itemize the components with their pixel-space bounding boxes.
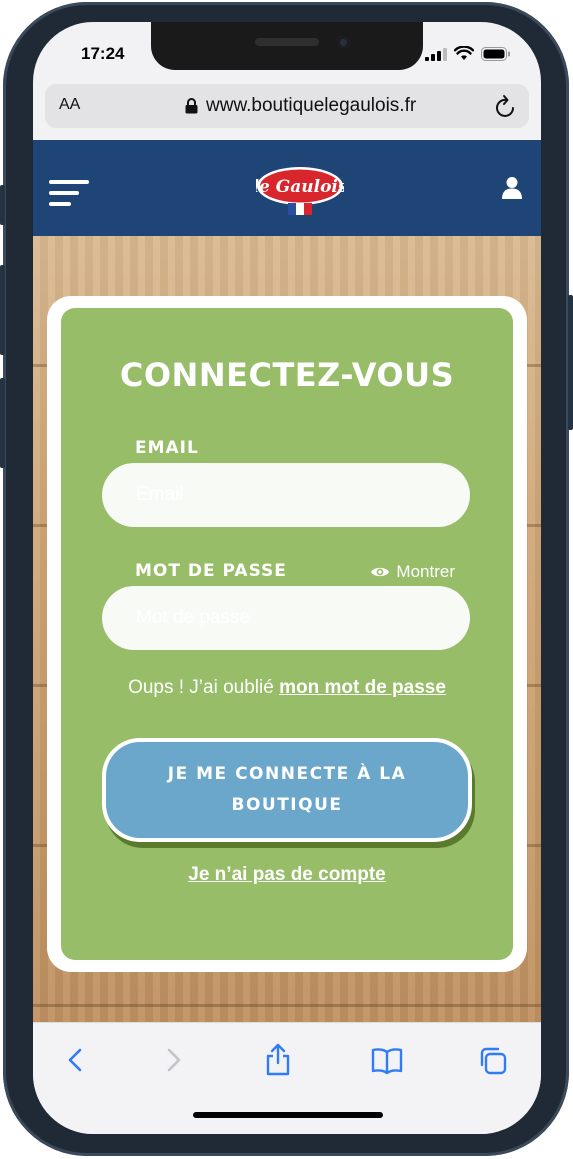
back-icon[interactable] [65, 1043, 85, 1077]
login-title: CONNECTEZ-VOUS [119, 356, 455, 394]
address-bar[interactable]: AA www.boutiquelegaulois.fr [45, 84, 529, 128]
user-icon[interactable] [501, 176, 523, 200]
tabs-icon[interactable] [479, 1043, 509, 1077]
battery-icon [481, 47, 510, 61]
show-password-label: Montrer [396, 562, 455, 581]
speaker [255, 38, 319, 46]
mute-switch [0, 185, 5, 225]
notch [151, 22, 423, 70]
forgot-password-text: Oups ! J’ai oublié mon mot de passe [61, 677, 513, 699]
reload-icon[interactable] [495, 94, 517, 118]
site-header: le Gaulois [33, 140, 541, 236]
home-indicator[interactable] [193, 1112, 383, 1118]
text-size-button[interactable]: AA [59, 96, 80, 114]
status-icons [425, 46, 511, 61]
logo-text: le Gaulois [256, 177, 344, 197]
wifi-icon [454, 46, 474, 60]
login-button[interactable]: JE ME CONNECTE À LA BOUTIQUE [102, 738, 472, 842]
signal-icon [425, 48, 447, 61]
url-text[interactable]: www.boutiquelegaulois.fr [206, 95, 416, 117]
volume-down-button [0, 378, 5, 468]
show-password-toggle[interactable]: Montrer [370, 562, 455, 582]
email-field[interactable] [102, 463, 470, 527]
password-label: MOT DE PASSE [135, 561, 287, 581]
login-button-label: JE ME CONNECTE À LA BOUTIQUE [106, 742, 468, 838]
login-card: CONNECTEZ-VOUS EMAIL MOT DE PASSE Montre… [61, 308, 513, 960]
password-field[interactable] [102, 586, 470, 650]
forward-icon[interactable] [164, 1043, 184, 1077]
hamburger-icon[interactable] [49, 180, 89, 206]
no-account-link[interactable]: Je n’ai pas de compte [61, 864, 513, 886]
forgot-password-link[interactable]: mon mot de passe [279, 677, 446, 698]
share-icon[interactable] [264, 1043, 292, 1077]
eye-icon [371, 567, 390, 577]
power-button [568, 295, 573, 430]
legaulois-logo[interactable]: le Gaulois [256, 166, 344, 218]
camera [337, 36, 350, 49]
forgot-prefix: Oups ! J’ai oublié [128, 677, 274, 698]
screen: 17:24 AA www.boutiquelegaulois.fr le Gau… [33, 22, 541, 1134]
bookmarks-icon[interactable] [370, 1043, 404, 1077]
lock-icon [185, 98, 198, 114]
volume-up-button [0, 265, 5, 355]
email-label: EMAIL [135, 438, 199, 458]
status-time: 17:24 [81, 44, 125, 63]
